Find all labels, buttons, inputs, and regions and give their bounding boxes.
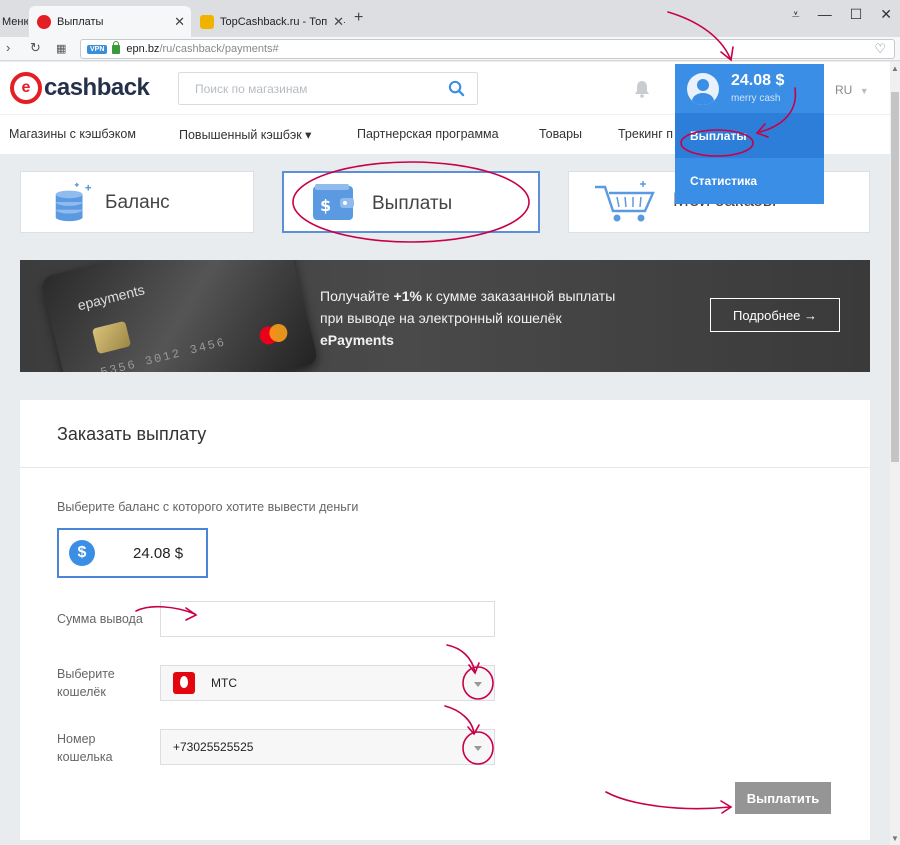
tile-balance-label: Баланс (105, 192, 170, 213)
wallet-icon: $ (313, 184, 354, 220)
account-summary[interactable]: 24.08 $ merry cash (675, 64, 824, 113)
lock-favicon-icon (200, 14, 214, 29)
search-placeholder: Поиск по магазинам (195, 81, 308, 96)
minimize-icon[interactable]: — (818, 6, 832, 23)
chevron-down-icon[interactable] (474, 746, 482, 751)
cart-icon (595, 181, 655, 222)
balance-option-usd[interactable]: $ 24.08 $ (57, 528, 208, 578)
banner-line-1-post: к сумме заказанной выплаты (421, 288, 616, 304)
logo-e-icon: e (10, 72, 42, 104)
bell-icon[interactable] (634, 80, 650, 98)
nav-boosted-cashback[interactable]: Повышенный кэшбэк ▾ (179, 127, 311, 142)
dollar-icon: $ (69, 540, 95, 566)
tile-payments-label: Выплаты (372, 193, 453, 214)
chevron-down-icon[interactable] (474, 682, 482, 687)
banner-line-1: Получайте +1% к сумме заказанной выплаты (320, 285, 615, 307)
wallet-select[interactable]: МТС (160, 665, 495, 701)
forward-icon[interactable]: › (6, 40, 10, 55)
menu-item-payments[interactable]: Выплаты (675, 113, 824, 158)
balance-question: Выберите баланс с которого хотите вывест… (57, 500, 359, 514)
window-controls: ⩡ — ☐ ✕ (792, 6, 892, 23)
promo-banner: epayments 5356 3012 3456 Получайте +1% к… (20, 260, 870, 372)
page-scrollbar[interactable]: ▲ ▼ (890, 62, 900, 845)
logo-text: cashback (44, 74, 150, 101)
browser-tab-bar: Меню Выплаты ✕ TopCashback.ru - Топ лучш… (0, 0, 900, 37)
tab-close-icon[interactable]: ✕ (174, 14, 185, 30)
coins-icon (55, 182, 92, 222)
card-brand: epayments (75, 281, 147, 314)
banner-bonus: +1% (393, 288, 422, 304)
bookmark-heart-icon[interactable]: ♡ (874, 41, 886, 57)
amount-input[interactable] (160, 601, 495, 637)
search-input[interactable]: Поиск по магазинам (178, 72, 478, 105)
banner-text: Получайте +1% к сумме заказанной выплаты… (320, 285, 615, 351)
learn-more-button[interactable]: Подробнее → (710, 298, 840, 332)
url-path: /ru/cashback/payments# (159, 43, 279, 55)
account-username: merry cash (731, 93, 781, 104)
tile-balance[interactable]: Баланс (20, 171, 254, 233)
tab-label: TopCashback.ru - Топ лучших кэшбэк (220, 15, 345, 28)
tab-menu[interactable]: Меню (0, 6, 28, 37)
url-field[interactable]: VPN epn.bz /ru/cashback/payments# ♡ (80, 39, 895, 59)
chevron-down-icon: ▼ (859, 86, 869, 96)
wallet-label-line-1: Выберите (57, 667, 115, 681)
epn-favicon-icon (37, 14, 51, 29)
tile-payments[interactable]: $ Выплаты (282, 171, 540, 233)
tab-label: Меню (2, 15, 28, 28)
account-dropdown: 24.08 $ merry cash Выплаты Статистика (675, 64, 824, 204)
speed-dial-icon[interactable]: ▦ (56, 42, 66, 55)
scroll-up-icon[interactable]: ▲ (891, 64, 899, 73)
nav-products[interactable]: Товары (539, 127, 582, 141)
svg-text:$: $ (320, 196, 331, 215)
amount-label: Сумма вывода (57, 612, 143, 626)
reload-icon[interactable]: ↻ (30, 40, 41, 56)
logo[interactable]: e cashback (10, 72, 150, 104)
tab-close-icon[interactable]: ✕ (330, 13, 344, 30)
scroll-down-icon[interactable]: ▼ (891, 834, 899, 843)
submit-payout-button[interactable]: Выплатить (735, 782, 831, 814)
card-chip-icon (91, 320, 132, 355)
mts-logo-icon (173, 672, 195, 694)
page-title: Заказать выплату (57, 424, 207, 444)
tabs-menu-icon[interactable]: ⩡ (792, 6, 800, 23)
address-bar: › ↻ ▦ VPN epn.bz /ru/cashback/payments# … (0, 37, 900, 61)
wallet-number-label: Номер кошелька (57, 730, 113, 766)
balance-option-value: 24.08 $ (133, 544, 184, 562)
wallet-number-value: +73025525525 (173, 740, 254, 754)
banner-line-1-pre: Получайте (320, 288, 394, 304)
maximize-icon[interactable]: ☐ (850, 6, 863, 23)
mastercard-icon (259, 323, 288, 345)
wallet-number-label-line-2: кошелька (57, 750, 113, 764)
wallet-select-value: МТС (211, 676, 237, 690)
language-selector[interactable]: RU ▼ (835, 83, 869, 97)
payment-card-image: epayments 5356 3012 3456 (40, 260, 319, 372)
account-balance: 24.08 $ (731, 72, 785, 89)
search-icon[interactable] (448, 80, 465, 97)
tab-topcashback[interactable]: TopCashback.ru - Топ лучших кэшбэк ✕ (194, 6, 350, 37)
scrollbar-thumb[interactable] (891, 92, 899, 462)
nav-stores[interactable]: Магазины с кэшбэком (9, 127, 136, 141)
new-tab-icon[interactable]: + (354, 9, 363, 27)
wallet-label-line-2: кошелёк (57, 685, 106, 699)
lock-icon[interactable] (112, 40, 121, 54)
close-window-icon[interactable]: ✕ (880, 6, 892, 23)
language-label: RU (835, 83, 853, 97)
nav-partner-program[interactable]: Партнерская программа (357, 127, 499, 141)
wallet-number-label-line-1: Номер (57, 732, 96, 746)
avatar (687, 73, 719, 105)
wallet-label: Выберите кошелёк (57, 665, 115, 701)
vpn-badge[interactable]: VPN (87, 44, 108, 54)
wallet-number-select[interactable]: +73025525525 (160, 729, 495, 765)
banner-line-2: при выводе на электронный кошелёк (320, 310, 562, 326)
nav-tracking[interactable]: Трекинг п (618, 127, 673, 141)
divider (20, 467, 870, 468)
banner-line-3: ePayments (320, 332, 394, 348)
menu-item-statistics[interactable]: Статистика (675, 158, 824, 203)
url-host: epn.bz (126, 43, 160, 55)
tab-label: Выплаты (57, 15, 104, 28)
tab-payments[interactable]: Выплаты ✕ (29, 6, 191, 37)
payout-form: Заказать выплату Выберите баланс с котор… (20, 400, 870, 840)
